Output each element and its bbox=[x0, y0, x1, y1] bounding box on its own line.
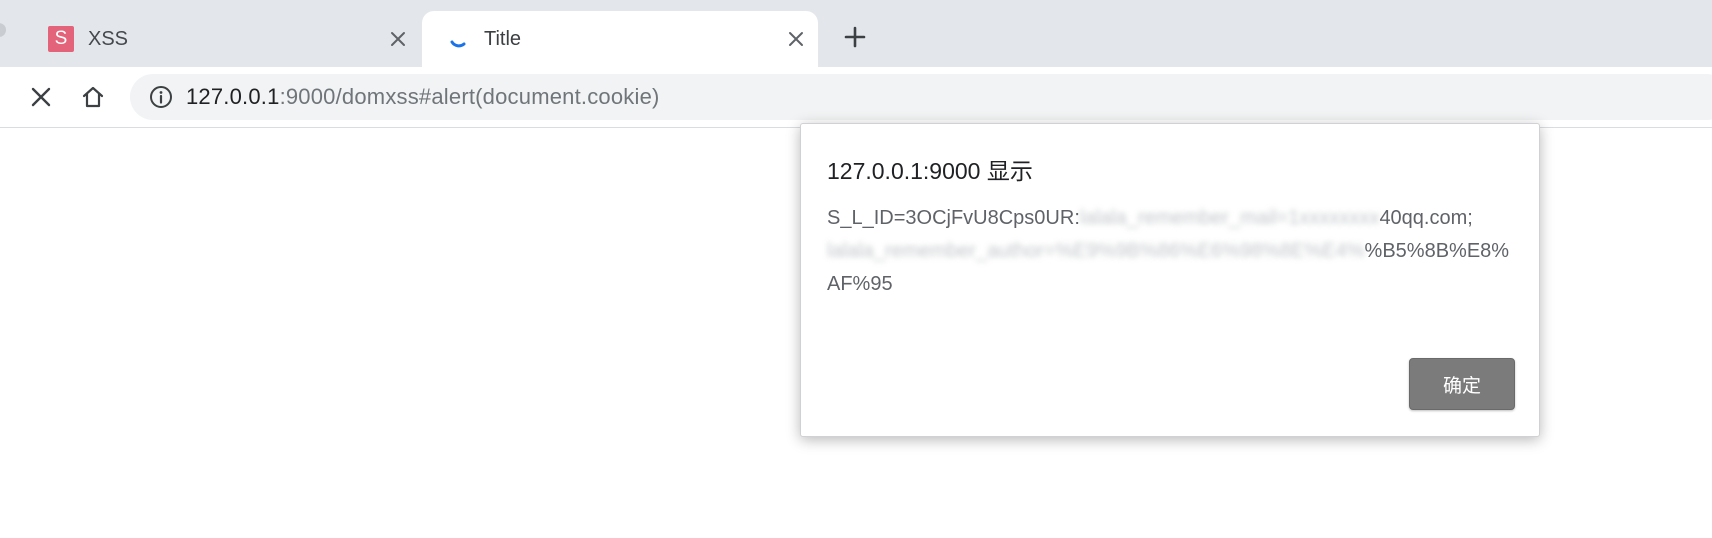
cookie-text: 40qq.com; bbox=[1379, 207, 1473, 229]
url-path: :9000/domxss#alert(document.cookie) bbox=[279, 84, 660, 109]
loading-spinner-icon bbox=[448, 28, 470, 50]
tab-strip: S XSS Title bbox=[0, 0, 1712, 67]
stop-loading-button[interactable] bbox=[25, 81, 57, 113]
dialog-title: 127.0.0.1:9000 显示 bbox=[827, 158, 1033, 184]
home-button[interactable] bbox=[77, 81, 109, 113]
address-bar[interactable]: 127.0.0.1:9000/domxss#alert(document.coo… bbox=[130, 74, 1712, 120]
redacted-text: lalala_remember_mail=1xxxxxxxx bbox=[1079, 207, 1380, 229]
alert-dialog: 127.0.0.1:9000 显示 S_L_ID=3OCjFvU8Cps0UR:… bbox=[800, 123, 1540, 437]
close-tab-icon[interactable] bbox=[784, 27, 808, 51]
url-host: 127.0.0.1 bbox=[186, 84, 280, 109]
close-icon bbox=[31, 87, 51, 107]
tab-title: Title bbox=[484, 27, 522, 50]
home-icon bbox=[82, 86, 104, 108]
close-tab-icon[interactable] bbox=[386, 27, 410, 51]
tab-title-active[interactable]: Title bbox=[422, 11, 818, 67]
dialog-message: S_L_ID=3OCjFvU8Cps0UR:lalala_remember_ma… bbox=[827, 202, 1517, 301]
ok-button[interactable]: 确定 bbox=[1409, 358, 1515, 410]
redacted-text: lalala_remember_author=%E9%9B%86%E6%98%8… bbox=[827, 240, 1365, 262]
info-icon[interactable] bbox=[148, 84, 174, 110]
url-text[interactable]: 127.0.0.1:9000/domxss#alert(document.coo… bbox=[186, 84, 660, 110]
window-control-dot[interactable] bbox=[0, 23, 6, 37]
browser-toolbar: 127.0.0.1:9000/domxss#alert(document.coo… bbox=[0, 67, 1712, 128]
tab-xss[interactable]: S XSS bbox=[30, 11, 420, 67]
cookie-text: S_L_ID=3OCjFvU8Cps0UR: bbox=[827, 207, 1080, 229]
tab-title: XSS bbox=[88, 27, 129, 50]
favicon-s-icon: S bbox=[48, 26, 74, 52]
new-tab-plus-icon[interactable] bbox=[840, 22, 870, 52]
